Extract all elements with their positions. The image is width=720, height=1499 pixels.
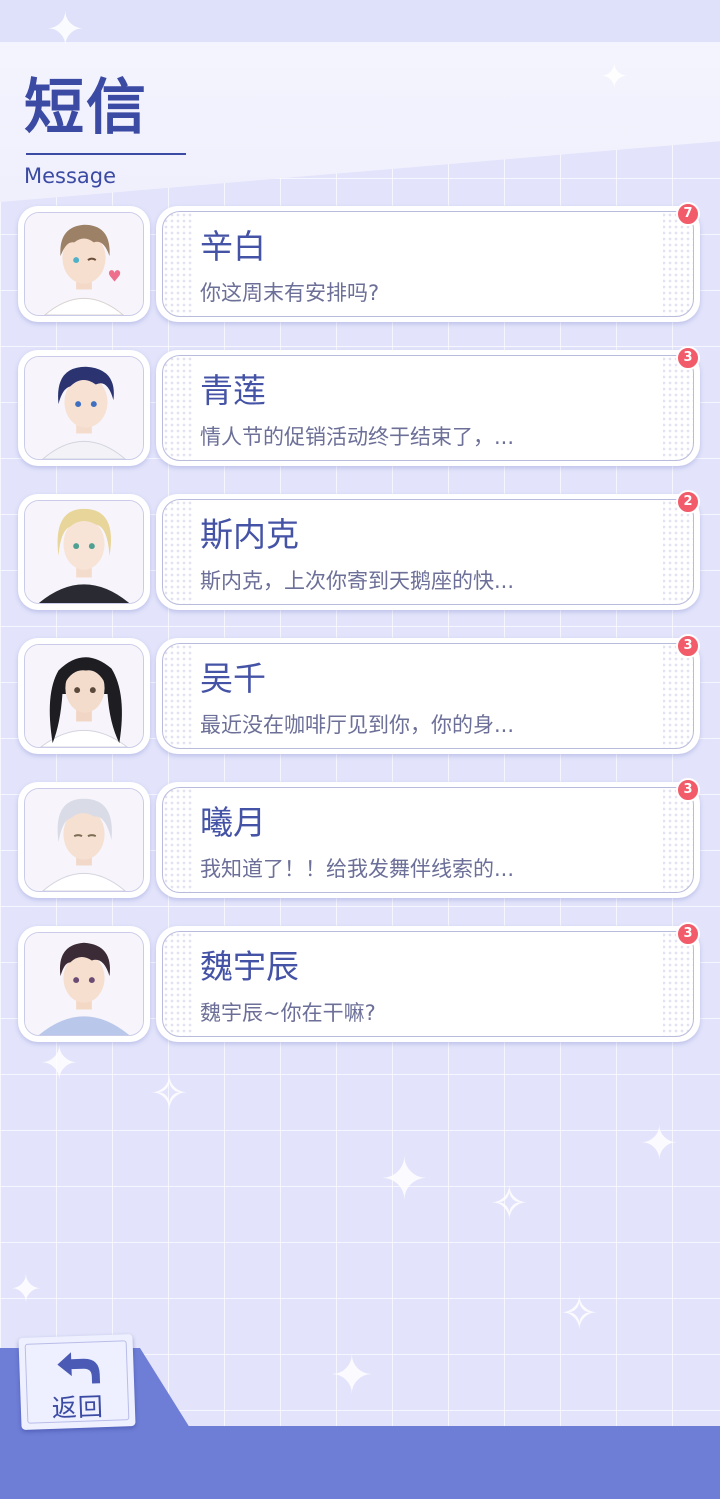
message-preview: 最近没在咖啡厅见到你，你的身...	[200, 713, 515, 737]
sparkle-icon: ✦	[640, 1116, 679, 1170]
page-title: 短信	[24, 73, 148, 143]
sparkle-icon: ✦	[380, 1145, 429, 1213]
message-item[interactable]: 吴千 最近没在咖啡厅见到你，你的身... 3	[18, 634, 702, 758]
sparkle-icon: ✧	[490, 1176, 529, 1230]
message-item[interactable]: 魏宇辰 魏宇辰~你在干嘛? 3	[18, 922, 702, 1046]
unread-badge: 2	[676, 490, 700, 514]
back-button[interactable]: 返回	[18, 1334, 136, 1430]
contact-name: 辛白	[200, 227, 266, 266]
avatar-navy-hair-icon	[25, 357, 143, 459]
avatar-dark-brown-hair-icon	[25, 933, 143, 1035]
message-preview: 魏宇辰~你在干嘛?	[200, 1001, 376, 1025]
message-bubble[interactable]: 曦月 我知道了！！给我发舞伴线索的...	[156, 782, 700, 898]
avatar[interactable]	[18, 494, 150, 610]
avatar[interactable]	[18, 782, 150, 898]
back-arrow-icon	[57, 1352, 101, 1384]
message-preview: 你这周末有安排吗?	[200, 281, 380, 305]
sparkle-icon: ✧	[560, 1286, 599, 1340]
avatar[interactable]	[18, 926, 150, 1042]
avatar-brown-hair-wink-icon: ♥	[25, 213, 143, 315]
unread-badge: 7	[676, 202, 700, 226]
sparkle-icon: ✦	[10, 1267, 42, 1311]
avatar-silver-hair-icon	[25, 789, 143, 891]
sparkle-icon: ✧	[150, 1066, 189, 1120]
message-preview: 斯内克，上次你寄到天鹅座的快...	[200, 569, 515, 593]
contact-name: 斯内克	[200, 515, 299, 554]
message-bubble[interactable]: 斯内克 斯内克，上次你寄到天鹅座的快...	[156, 494, 700, 610]
avatar-long-black-hair-icon	[25, 645, 143, 747]
page-subtitle: Message	[24, 164, 117, 188]
unread-badge: 3	[676, 634, 700, 658]
message-preview: 情人节的促销活动终于结束了，...	[200, 425, 515, 449]
avatar[interactable]: ♥	[18, 206, 150, 322]
contact-name: 曦月	[200, 803, 266, 842]
message-bubble[interactable]: 魏宇辰 魏宇辰~你在干嘛?	[156, 926, 700, 1042]
unread-badge: 3	[676, 922, 700, 946]
bottom-bar	[0, 1426, 720, 1499]
contact-name: 魏宇辰	[200, 947, 299, 986]
unread-badge: 3	[676, 778, 700, 802]
message-item[interactable]: 曦月 我知道了！！给我发舞伴线索的... 3	[18, 778, 702, 902]
message-preview: 我知道了！！给我发舞伴线索的...	[200, 857, 515, 881]
contact-name: 青莲	[200, 371, 266, 410]
sparkle-icon: ✦	[40, 1036, 79, 1090]
message-bubble[interactable]: 青莲 情人节的促销活动终于结束了，...	[156, 350, 700, 466]
message-bubble[interactable]: 辛白 你这周末有安排吗?	[156, 206, 700, 322]
message-item[interactable]: 青莲 情人节的促销活动终于结束了，... 3	[18, 346, 702, 470]
message-bubble[interactable]: 吴千 最近没在咖啡厅见到你，你的身...	[156, 638, 700, 754]
sparkle-icon: ✦	[330, 1346, 374, 1406]
message-item[interactable]: ♥ 辛白 你这周末有安排吗? 7	[18, 202, 702, 326]
back-label: 返回	[51, 1392, 105, 1423]
avatar[interactable]	[18, 638, 150, 754]
svg-text:♥: ♥	[108, 267, 122, 286]
title-underline	[26, 153, 186, 155]
avatar-blonde-hair-icon	[25, 501, 143, 603]
contact-name: 吴千	[200, 659, 266, 698]
unread-badge: 3	[676, 346, 700, 370]
message-item[interactable]: 斯内克 斯内克，上次你寄到天鹅座的快... 2	[18, 490, 702, 614]
avatar[interactable]	[18, 350, 150, 466]
top-band	[0, 0, 720, 42]
